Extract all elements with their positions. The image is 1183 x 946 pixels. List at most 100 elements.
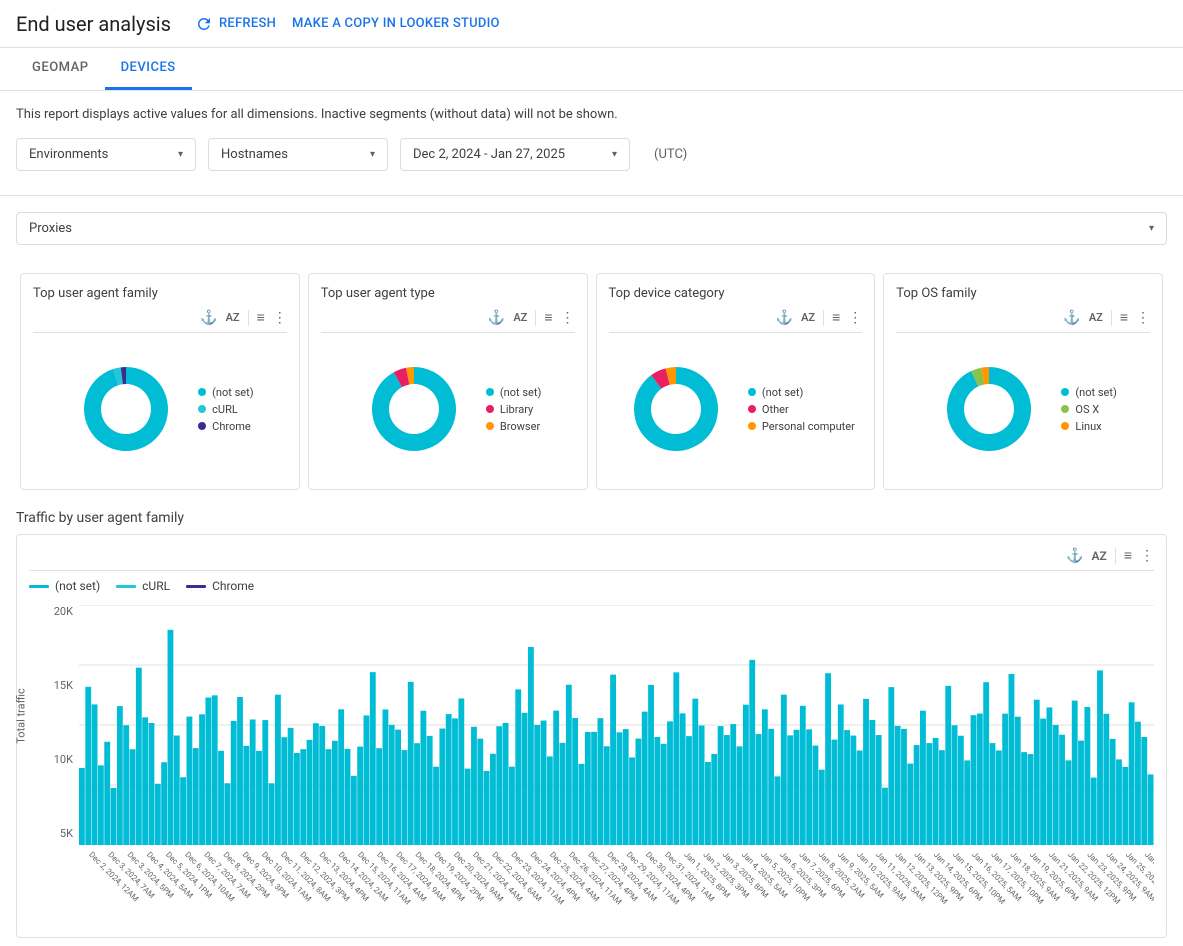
anchor-icon-user_agent_type[interactable]: ⚓ [488, 310, 505, 326]
traffic-legend-item: (not set) [29, 579, 100, 593]
y-tick: 10K [54, 753, 73, 766]
legend-dot [748, 388, 756, 396]
az-icon-user_agent_type[interactable]: AZ [513, 311, 527, 324]
info-text: This report displays active values for a… [16, 107, 618, 122]
legend-item: Library [486, 403, 541, 416]
date-range-label: Dec 2, 2024 - Jan 27, 2025 [413, 147, 565, 162]
traffic-card: ⚓ AZ ≡ ⋮ (not set) cURL Chrome 20K 15K 10K… [16, 534, 1167, 938]
az-icon-traffic[interactable]: AZ [1092, 549, 1107, 563]
anchor-icon-traffic[interactable]: ⚓ [1066, 548, 1083, 564]
donut-svg-device_category: 100% [616, 349, 736, 469]
az-icon-device_category[interactable]: AZ [801, 311, 815, 324]
hostnames-chevron: ▾ [370, 149, 375, 160]
section-divider1 [0, 195, 1183, 196]
divider-device_category [823, 310, 824, 326]
proxies-chevron: ▾ [1149, 223, 1154, 234]
anchor-icon-os_family[interactable]: ⚓ [1063, 310, 1080, 326]
tab-devices[interactable]: DEVICES [105, 48, 192, 90]
donut-svg-user_agent_type: 100% [354, 349, 474, 469]
more-icon-device_category[interactable]: ⋮ [848, 310, 862, 326]
copy-looker-button[interactable]: MAKE A COPY IN LOOKER STUDIO [292, 16, 500, 31]
refresh-icon [195, 15, 213, 33]
y-axis-label: Total traffic [15, 688, 28, 744]
legend-user_agent_family: (not set) cURL Chrome [198, 386, 253, 433]
more-icon-traffic[interactable]: ⋮ [1140, 548, 1154, 564]
traffic-section: Traffic by user agent family ⚓ AZ ≡ ⋮ (n… [0, 502, 1183, 946]
y-tick: 15K [54, 679, 73, 692]
legend-os_family: (not set) OS X Linux [1061, 386, 1116, 433]
chart-toolbar-device_category: ⚓ AZ ≡ ⋮ [609, 309, 863, 333]
legend-device_category: (not set) Other Personal computer [748, 386, 855, 433]
az-icon-user_agent_family[interactable]: AZ [226, 311, 240, 324]
legend-label: OS X [1075, 403, 1099, 416]
header: End user analysis REFRESH MAKE A COPY IN… [0, 0, 1183, 48]
chart-title-os_family: Top OS family [896, 286, 1150, 301]
more-icon-user_agent_type[interactable]: ⋮ [561, 310, 575, 326]
refresh-button[interactable]: REFRESH [195, 15, 276, 33]
utc-text: (UTC) [654, 147, 687, 162]
y-tick: 20K [54, 605, 73, 618]
legend-item: Other [748, 403, 855, 416]
legend-line-label: (not set) [55, 579, 100, 593]
svg-text:100%: 100% [662, 403, 689, 416]
chart-toolbar-os_family: ⚓ AZ ≡ ⋮ [896, 309, 1150, 333]
filter-icon-traffic[interactable]: ≡ [1124, 547, 1132, 564]
legend-label: Linux [1075, 420, 1101, 433]
legend-dot [198, 388, 206, 396]
legend-line-bar [186, 585, 206, 588]
legend-item: Personal computer [748, 420, 855, 433]
proxies-filter[interactable]: Proxies ▾ [16, 212, 1167, 245]
legend-label: Chrome [212, 420, 251, 433]
filter-icon-user_agent_type[interactable]: ≡ [544, 309, 552, 326]
legend-dot [1061, 422, 1069, 430]
anchor-icon-user_agent_family[interactable]: ⚓ [200, 310, 217, 326]
filter-icon-user_agent_family[interactable]: ≡ [257, 309, 265, 326]
filter-icon-device_category[interactable]: ≡ [832, 309, 840, 326]
legend-label: cURL [212, 403, 238, 416]
hostnames-filter[interactable]: Hostnames ▾ [208, 138, 388, 171]
traffic-legend-item: Chrome [186, 579, 254, 593]
tab-geomap[interactable]: GEOMAP [16, 48, 105, 90]
legend-dot [748, 422, 756, 430]
more-icon-os_family[interactable]: ⋮ [1136, 310, 1150, 326]
info-bar: This report displays active values for a… [0, 91, 1183, 130]
donut-container-user_agent_type: 100% (not set) Library Browser [321, 341, 575, 477]
traffic-legend: (not set) cURL Chrome [29, 579, 1154, 593]
svg-text:100%: 100% [113, 403, 140, 416]
legend-item: (not set) [1061, 386, 1116, 399]
legend-label: (not set) [500, 386, 541, 399]
more-icon-user_agent_family[interactable]: ⋮ [273, 310, 287, 326]
legend-item: cURL [198, 403, 253, 416]
date-range-filter[interactable]: Dec 2, 2024 - Jan 27, 2025 ▾ [400, 138, 630, 171]
chart-card-device_category: Top device category ⚓ AZ ≡ ⋮ 100% (not s… [596, 273, 876, 490]
chart-card-user_agent_type: Top user agent type ⚓ AZ ≡ ⋮ 100% (not s… [308, 273, 588, 490]
legend-line-label: Chrome [212, 579, 254, 593]
hostnames-label: Hostnames [221, 147, 288, 162]
legend-label: Browser [500, 420, 540, 433]
refresh-label: REFRESH [219, 16, 276, 31]
traffic-chart-area: 20K15K10K5K Total traffic Dec 2, 2024, 1… [29, 605, 1154, 925]
anchor-icon-device_category[interactable]: ⚓ [776, 310, 793, 326]
filter-icon-os_family[interactable]: ≡ [1120, 309, 1128, 326]
toolbar-divider-traffic [1115, 548, 1116, 564]
legend-dot [486, 405, 494, 413]
legend-label: Other [762, 403, 789, 416]
chart-toolbar-user_agent_type: ⚓ AZ ≡ ⋮ [321, 309, 575, 333]
donut-container-device_category: 100% (not set) Other Personal computer [609, 341, 863, 477]
chart-card-user_agent_family: Top user agent family ⚓ AZ ≡ ⋮ 100% (not… [20, 273, 300, 490]
filters-row2: Proxies ▾ [0, 204, 1183, 261]
divider-os_family [1111, 310, 1112, 326]
chart-title-device_category: Top device category [609, 286, 863, 301]
divider-user_agent_type [535, 310, 536, 326]
chart-toolbar-user_agent_family: ⚓ AZ ≡ ⋮ [33, 309, 287, 333]
tabs-bar: GEOMAP DEVICES [0, 48, 1183, 91]
legend-item: OS X [1061, 403, 1116, 416]
page-title: End user analysis [16, 12, 171, 36]
legend-item: (not set) [748, 386, 855, 399]
az-icon-os_family[interactable]: AZ [1089, 311, 1103, 324]
legend-item: Browser [486, 420, 541, 433]
proxies-label: Proxies [29, 221, 72, 236]
y-tick: 5K [60, 827, 73, 840]
donut-svg-os_family: 100% [929, 349, 1049, 469]
environments-filter[interactable]: Environments ▾ [16, 138, 196, 171]
